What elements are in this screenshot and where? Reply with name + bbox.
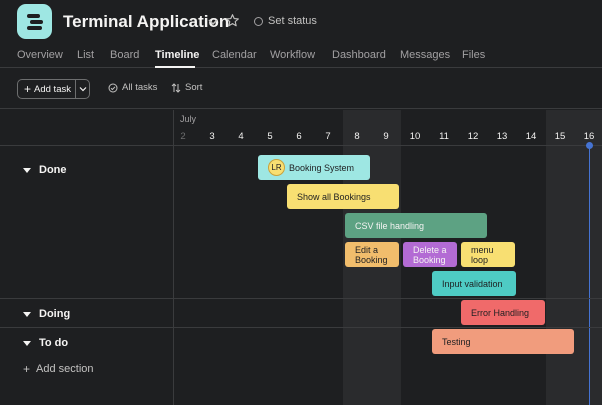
- add-task-button-group: + Add task: [17, 79, 90, 99]
- task-bar-delete-a-booking[interactable]: Delete a Booking: [403, 242, 457, 267]
- day-label: 4: [238, 131, 244, 142]
- section-name: To do: [39, 337, 69, 349]
- day-label: 10: [409, 131, 421, 142]
- sort-icon: [171, 82, 181, 93]
- tab-list[interactable]: List: [77, 49, 94, 61]
- tab-calendar[interactable]: Calendar: [212, 49, 257, 61]
- tab-board[interactable]: Board: [110, 49, 139, 61]
- task-bar-input-validation[interactable]: Input validation: [432, 271, 516, 296]
- day-label: 9: [383, 131, 389, 142]
- chevron-down-icon: [79, 87, 87, 92]
- status-circle-icon: [254, 16, 263, 26]
- collapse-triangle-icon[interactable]: [23, 340, 31, 346]
- tab-overview[interactable]: Overview: [17, 49, 63, 61]
- collapse-triangle-icon[interactable]: [23, 311, 31, 317]
- task-bar-menu-loop[interactable]: menu loop: [461, 242, 515, 267]
- star-icon[interactable]: [225, 13, 240, 28]
- task-bar-booking-system[interactable]: LR Booking System: [258, 155, 370, 180]
- task-bar-error-handling[interactable]: Error Handling: [461, 300, 545, 325]
- project-title[interactable]: Terminal Application: [63, 12, 229, 32]
- collapse-triangle-icon[interactable]: [23, 167, 31, 173]
- set-status-button[interactable]: Set status: [254, 15, 317, 27]
- tab-files[interactable]: Files: [462, 49, 485, 61]
- day-label: 12: [467, 131, 479, 142]
- section-name: Done: [39, 164, 67, 176]
- header-divider: [0, 145, 602, 146]
- add-task-dropdown[interactable]: [75, 80, 90, 98]
- section-column: [0, 110, 174, 405]
- tab-dashboard[interactable]: Dashboard: [332, 49, 386, 61]
- task-bar-show-all-bookings[interactable]: Show all Bookings: [287, 184, 399, 209]
- day-label: 3: [209, 131, 215, 142]
- task-name: Error Handling: [471, 307, 530, 318]
- task-name: menu loop: [471, 244, 494, 265]
- task-name: Show all Bookings: [297, 191, 371, 202]
- today-marker-line: [589, 145, 590, 405]
- sort-label: Sort: [185, 82, 203, 93]
- section-done[interactable]: Done: [23, 164, 67, 176]
- task-name: CSV file handling: [355, 220, 425, 231]
- add-task-button[interactable]: + Add task: [18, 80, 75, 98]
- today-marker: [586, 142, 593, 149]
- day-label: 2: [180, 131, 186, 142]
- set-status-label: Set status: [268, 15, 317, 27]
- task-bar-testing[interactable]: Testing: [432, 329, 574, 354]
- task-name: Edit a Booking: [355, 244, 388, 265]
- day-label: 16: [583, 131, 595, 142]
- task-name: Delete a Booking: [413, 244, 447, 265]
- month-label: July: [180, 114, 197, 124]
- section-name: Doing: [39, 308, 71, 320]
- plus-icon: +: [24, 82, 32, 96]
- avatar[interactable]: LR: [268, 159, 285, 176]
- day-label: 5: [267, 131, 273, 142]
- day-label: 8: [354, 131, 360, 142]
- tab-workflow[interactable]: Workflow: [270, 49, 315, 61]
- plus-icon: +: [23, 362, 31, 376]
- project-icon: [17, 4, 52, 39]
- chevron-down-icon[interactable]: [206, 15, 220, 29]
- tab-timeline[interactable]: Timeline: [155, 49, 199, 61]
- task-bar-edit-a-booking[interactable]: Edit a Booking: [345, 242, 399, 267]
- active-tab-indicator: [155, 66, 195, 68]
- weekend-column: [546, 110, 602, 405]
- tab-messages[interactable]: Messages: [400, 49, 450, 61]
- task-name: Booking System: [289, 162, 355, 173]
- sort-button[interactable]: Sort: [171, 82, 202, 93]
- section-divider: [0, 298, 602, 299]
- day-label: 6: [296, 131, 302, 142]
- day-label: 15: [554, 131, 566, 142]
- task-bar-csv-file-handling[interactable]: CSV file handling: [345, 213, 487, 238]
- check-circle-icon: [108, 83, 118, 92]
- day-label: 14: [525, 131, 537, 142]
- task-name: Testing: [442, 336, 471, 347]
- project-tabs: Overview List Board Timeline Calendar Wo…: [0, 40, 602, 68]
- section-to-do[interactable]: To do: [23, 337, 68, 349]
- timeline-toolbar: + Add task All tasks Sort: [0, 69, 602, 109]
- add-section-label: Add section: [36, 363, 94, 375]
- day-label: 11: [439, 131, 449, 142]
- day-label: 7: [325, 131, 331, 142]
- all-tasks-label: All tasks: [122, 82, 158, 93]
- all-tasks-filter[interactable]: All tasks: [108, 82, 157, 93]
- day-label: 13: [496, 131, 508, 142]
- section-divider: [0, 327, 602, 328]
- task-name: Input validation: [442, 278, 503, 289]
- add-section-button[interactable]: + Add section: [23, 363, 94, 375]
- section-doing[interactable]: Doing: [23, 308, 70, 320]
- add-task-label: Add task: [34, 83, 71, 95]
